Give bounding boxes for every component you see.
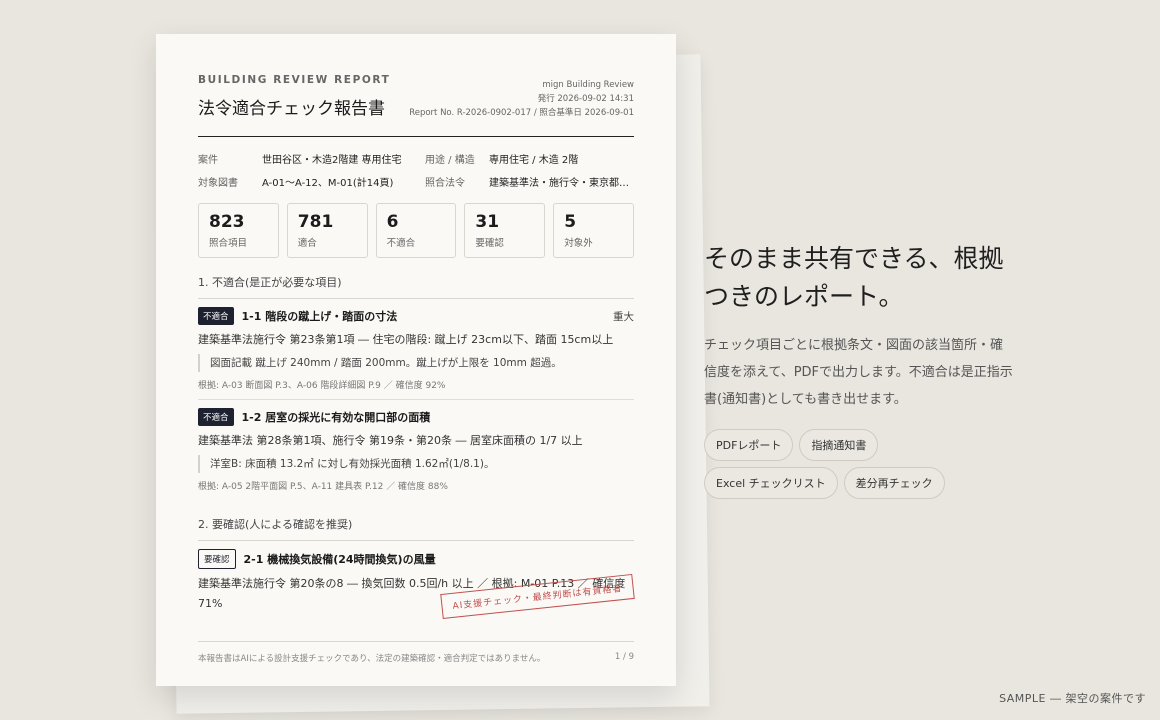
info-value: 世田谷区・木造2階建 専用住宅: [262, 155, 402, 166]
feature-headline: そのまま共有できる、根拠つきのレポート。: [704, 244, 1004, 311]
page-number: 1 / 9: [614, 652, 634, 662]
report-ref: Report No. R-2026-0902-017 / 照合基準日 2026-…: [409, 108, 634, 118]
report-footer: 本報告書はAIによる設計支援チェックであり、法定の建築確認・適合判定ではありませ…: [198, 641, 634, 664]
stat-card: 31 要確認: [464, 203, 546, 258]
stat-label: 対象外: [564, 238, 593, 249]
chip-notice[interactable]: 指摘通知書: [799, 429, 879, 461]
footer-disclaimer: 本報告書はAIによる設計支援チェックであり、法定の建築確認・適合判定ではありませ…: [198, 654, 546, 664]
sample-note: SAMPLE ― 架空の案件です: [999, 692, 1146, 705]
severity-label: 重大: [613, 310, 634, 323]
stat-number: 823: [209, 212, 245, 232]
info-label: 照合法令: [425, 178, 465, 189]
report-issued: 発行 2026-09-02 14:31: [537, 94, 634, 104]
info-value: 建築基準法・施行令・東京都条例: [489, 178, 634, 189]
section-heading-review: 2. 要確認(人による確認を推奨): [198, 516, 634, 541]
section-heading-nonconforming: 1. 不適合(是正が必要な項目): [198, 274, 634, 299]
finding-clause: 建築基準法施行令 第23条第1項 ― 住宅の階段: 蹴上げ 23cm以下、踏面 …: [198, 333, 614, 346]
chip-excel-checklist[interactable]: Excel チェックリスト: [704, 467, 838, 499]
header-rule: [198, 136, 634, 137]
finding-basis: 根拠: A-03 断面図 P.3、A-06 階段詳細図 P.9 ／ 確信度 92…: [198, 381, 446, 391]
stat-number: 781: [297, 212, 334, 232]
stat-label: 照合項目: [209, 238, 248, 249]
nonconforming-badge: 不適合: [198, 408, 234, 426]
stat-number: 5: [564, 212, 577, 232]
finding-quote: 洋室B: 床面積 13.2㎡ に対し有効採光面積 1.62㎡(1/8.1)。: [198, 455, 634, 473]
finding-title: 1-1 階段の蹴上げ・踏面の寸法: [241, 310, 398, 323]
project-info: 案件 世田谷区・木造2階建 専用住宅 用途 / 構造 専用住宅 / 木造 2階 …: [198, 151, 634, 189]
finding-item: 不適合 1-2 居室の採光に有効な開口部の面積 建築基準法 第28条第1項、施行…: [198, 400, 634, 500]
stat-card: 5 対象外: [553, 203, 634, 258]
review-badge: 要確認: [198, 549, 236, 569]
stat-card: 823 照合項目: [198, 203, 279, 258]
finding-basis: 根拠: A-05 2階平面図 P.5、A-11 建具表 P.12 ／ 確信度 8…: [198, 482, 448, 492]
info-label: 対象図書: [198, 178, 238, 189]
info-label: 用途 / 構造: [425, 155, 475, 166]
report-org: mign Building Review: [542, 80, 634, 90]
stat-card: 781 適合: [286, 203, 368, 258]
finding-quote: 図面記載 蹴上げ 240mm / 踏面 200mm。蹴上げが上限を 10mm 超…: [198, 354, 634, 372]
summary-stats: 823 照合項目 781 適合 6 不適合 31 要確認 5 対象外: [198, 203, 634, 258]
info-value: 専用住宅 / 木造 2階: [489, 155, 579, 166]
stat-card: 6 不適合: [375, 203, 457, 258]
stat-number: 31: [475, 212, 500, 232]
chip-diff-recheck[interactable]: 差分再チェック: [843, 467, 945, 499]
finding-clause: 建築基準法 第28条第1項、施行令 第19条・第20条 ― 居室床面積の 1/7…: [198, 434, 583, 447]
report-header: BUILDING REVIEW REPORT 法令適合チェック報告書 mign …: [198, 74, 634, 120]
feature-description: そのまま共有できる、根拠つきのレポート。 チェック項目ごとに根拠条文・図面の該当…: [704, 240, 1014, 499]
stat-label: 適合: [297, 238, 317, 249]
info-value: A-01〜A-12、M-01(計14頁): [262, 178, 394, 189]
chip-pdf-report[interactable]: PDFレポート: [704, 429, 794, 461]
stat-label: 要確認: [475, 238, 504, 249]
nonconforming-badge: 不適合: [198, 307, 234, 325]
report-eyebrow: BUILDING REVIEW REPORT: [198, 74, 391, 86]
finding-item: 不適合 1-1 階段の蹴上げ・踏面の寸法 重大 建築基準法施行令 第23条第1項…: [198, 299, 634, 400]
output-format-chips: PDFレポート 指摘通知書 Excel チェックリスト 差分再チェック: [704, 429, 994, 499]
report-title: 法令適合チェック報告書: [198, 99, 385, 119]
finding-title: 2-1 機械換気設備(24時間換気)の風量: [243, 553, 436, 566]
stat-label: 不適合: [386, 238, 416, 249]
finding-title: 1-2 居室の採光に有効な開口部の面積: [241, 411, 431, 424]
info-label: 案件: [198, 155, 218, 166]
report-meta: mign Building Review 発行 2026-09-02 14:31…: [409, 78, 634, 120]
report-sheet: BUILDING REVIEW REPORT 法令適合チェック報告書 mign …: [156, 34, 676, 686]
stat-number: 6: [386, 212, 399, 232]
feature-body: チェック項目ごとに根拠条文・図面の該当箇所・確信度を添えて、PDFで出力します。…: [704, 338, 1013, 407]
